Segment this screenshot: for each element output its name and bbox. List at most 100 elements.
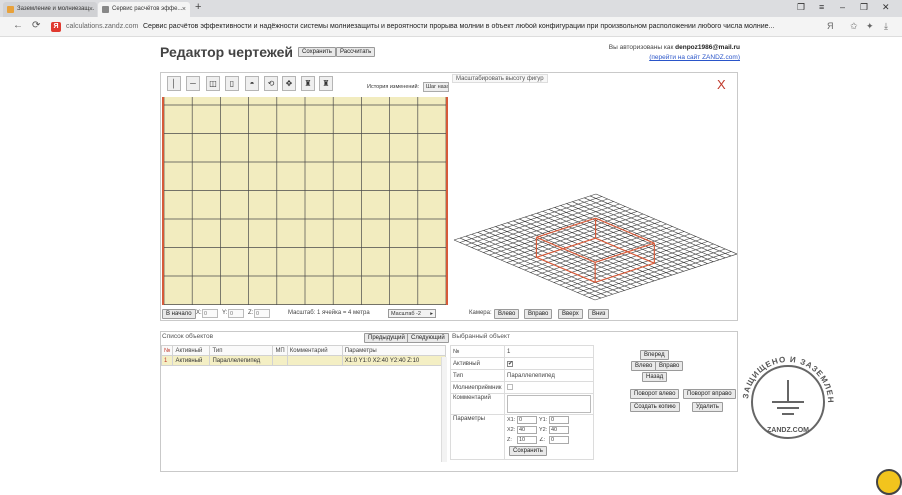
iso-grid-line — [530, 226, 673, 273]
prop-label: Тип — [450, 369, 505, 382]
tab-favicon — [7, 6, 14, 13]
close-tab-icon[interactable]: × — [182, 2, 186, 17]
column-header: № — [160, 345, 174, 356]
view-3d[interactable] — [451, 84, 737, 306]
page-title: Редактор чертежей — [160, 44, 293, 60]
next-object-button[interactable]: Следующий — [407, 333, 449, 343]
comment-textarea[interactable] — [507, 395, 591, 413]
restore-icon[interactable]: ❐ — [860, 2, 868, 13]
table-row[interactable]: 1 Активный Параллелепипед X1:0 Y1:0 X2:4… — [160, 355, 447, 366]
forward-button[interactable]: Вперед — [640, 350, 669, 360]
rotate-icon[interactable]: ⟲ — [264, 76, 278, 91]
y-coord-field[interactable]: 0 — [228, 309, 244, 318]
z-coord-field[interactable]: 0 — [254, 309, 270, 318]
box-icon[interactable]: ◫ — [206, 76, 220, 91]
save-drawing-button[interactable]: Сохранить — [298, 47, 336, 57]
rotate-right-button[interactable]: Поворот вправо — [683, 389, 736, 399]
vertical-line-icon[interactable]: │ — [167, 76, 181, 91]
rotate-left-button[interactable]: Поворот влево — [630, 389, 680, 399]
prop-label: Молниеприёмник — [450, 381, 505, 394]
mast-pair-icon[interactable]: ♜ — [319, 76, 333, 91]
back-icon[interactable]: ← — [13, 20, 23, 31]
lightning-rod-checkbox[interactable] — [507, 383, 513, 390]
cylinder-icon[interactable]: ▯ — [225, 76, 239, 91]
iso-grid-line — [594, 253, 737, 301]
download-icon[interactable]: ⤓ — [884, 21, 888, 32]
column-header: Тип — [209, 345, 274, 356]
camera-down-button[interactable]: Вниз — [588, 309, 610, 319]
scale-text: Масштаб: 1 ячейка = 4 метра — [288, 310, 370, 316]
url-text[interactable]: calculations.zandz.com — [66, 23, 138, 30]
close-tab-icon[interactable]: × — [89, 2, 93, 17]
camera-right-button[interactable]: Вправо — [524, 309, 553, 319]
camera-left-button[interactable]: Влево — [494, 309, 520, 319]
scale-select-value: Масштаб -2 — [391, 311, 421, 317]
z-input[interactable]: 10 — [517, 436, 537, 444]
tab-favicon — [102, 6, 109, 13]
iso-grid-line — [459, 237, 602, 299]
x-coord-field[interactable]: 0 — [202, 309, 218, 318]
horizontal-line-icon[interactable]: ─ — [186, 76, 200, 91]
calculate-button[interactable]: Рассчитать — [336, 47, 376, 57]
browser-tab-2[interactable]: Сервис расчётов эффе... × — [98, 2, 190, 17]
list-scrollbar[interactable] — [441, 357, 447, 462]
reader-icon[interactable]: Я — [827, 21, 834, 31]
dome-icon[interactable]: ◓ — [245, 76, 259, 91]
tab-title: Сервис расчётов эффе... — [112, 6, 183, 12]
scale-select[interactable]: Масштаб -2 ▸ — [388, 309, 436, 318]
prop-label: № — [450, 345, 505, 358]
goto-site-link[interactable]: (перейти на сайт ZANDZ.com) — [649, 54, 740, 61]
extension-icon[interactable]: ✦ — [866, 21, 874, 32]
move-left-button[interactable]: Влево — [631, 361, 657, 371]
cell-comment — [286, 355, 343, 366]
move-icon[interactable]: ✥ — [282, 76, 296, 91]
mast-icon[interactable]: ♜ — [301, 76, 315, 91]
copy-object-button[interactable]: Создать копию — [630, 402, 680, 412]
new-tab-icon[interactable]: + — [195, 1, 201, 13]
y-label: Y: — [222, 310, 228, 316]
column-header: Комментарий — [286, 345, 343, 356]
iso-grid-line — [489, 228, 631, 289]
prev-object-button[interactable]: Предыдущий — [364, 333, 409, 343]
chevron-right-icon: ▸ — [430, 311, 433, 317]
drawing-grid-2d[interactable] — [162, 97, 448, 305]
scale-figures-label[interactable]: Масштабировать высоту фигур — [452, 74, 548, 83]
prop-row: Параметры X1: 0 Y1: 0 X2: 40 Y2: 40 Z: 10 ∠: 0 Со… — [450, 414, 594, 460]
reload-icon[interactable]: ⟳ — [32, 20, 40, 31]
history-back-button[interactable]: Шаг назад — [423, 82, 449, 92]
svg-text:ZANDZ.COM: ZANDZ.COM — [767, 427, 809, 434]
save-object-button[interactable]: Сохранить — [509, 446, 547, 456]
prop-row: Активный ✔ — [450, 357, 594, 370]
angle-input[interactable]: 0 — [549, 436, 569, 444]
minimize-icon[interactable]: – — [840, 2, 845, 12]
y1-label: Y1: — [539, 417, 548, 423]
grid-lines — [164, 97, 446, 305]
zandz-watermark-logo: ЗАЩИЩЕНО И ЗАЗЕМЛЕНО ZANDZ.COM — [730, 340, 834, 439]
camera-up-button[interactable]: Вверх — [558, 309, 583, 319]
angle-label: ∠: — [539, 437, 546, 443]
browser-tab-1[interactable]: Заземление и молниезащ... × — [3, 2, 97, 17]
cell-mp — [272, 355, 288, 366]
y1-input[interactable]: 0 — [549, 416, 569, 424]
menu-icon[interactable]: ≡ — [819, 2, 824, 12]
close-window-icon[interactable]: ✕ — [882, 2, 890, 13]
cell-num: 1 — [160, 355, 174, 366]
y2-input[interactable]: 40 — [549, 426, 569, 434]
x1-input[interactable]: 0 — [517, 416, 537, 424]
column-header: МП — [272, 345, 288, 356]
delete-object-button[interactable]: Удалить — [692, 402, 723, 412]
iso-grid-line — [553, 236, 696, 283]
iso-grid-line — [471, 233, 613, 295]
back-button[interactable]: Назад — [642, 372, 668, 382]
prop-value: Параллелепипед — [504, 369, 594, 382]
active-checkbox[interactable]: ✔ — [507, 360, 513, 367]
column-header: Активный — [172, 345, 211, 356]
cell-params: X1:0 Y1:0 X2:40 Y2:40 Z:10 — [341, 355, 447, 366]
move-right-button[interactable]: Вправо — [655, 361, 684, 371]
bookmark-icon[interactable]: ✩ — [850, 21, 858, 32]
x2-input[interactable]: 40 — [517, 426, 537, 434]
to-start-button[interactable]: В начало — [162, 309, 196, 319]
objects-table: № Активный Тип МП Комментарий Параметры … — [160, 345, 447, 366]
tabs-icon[interactable]: ❐ — [797, 2, 805, 13]
x1-label: X1: — [507, 417, 516, 423]
